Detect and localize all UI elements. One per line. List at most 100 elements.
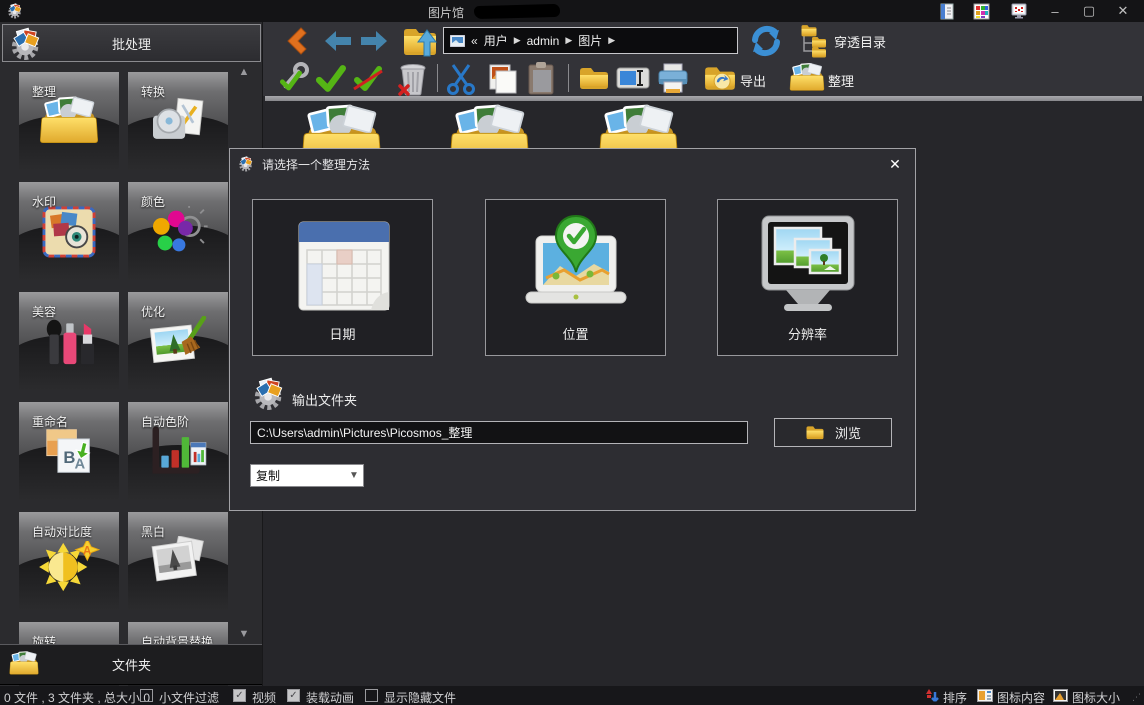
notes-icon[interactable]	[938, 3, 955, 20]
sort-label[interactable]: 排序	[943, 689, 967, 705]
auto-contrast-sun-icon: A	[38, 541, 100, 593]
output-path-input[interactable]	[250, 421, 748, 444]
passthrough-label[interactable]: 穿透目录	[834, 32, 886, 51]
new-folder-icon[interactable]	[578, 63, 610, 93]
output-folder-label: 输出文件夹	[292, 390, 357, 409]
sidebar-tile-auto-levels[interactable]: 自动色阶	[128, 402, 228, 500]
icon-content-icon[interactable]	[977, 689, 993, 702]
nav-left-icon[interactable]	[323, 29, 353, 53]
small-file-filter-checkbox[interactable]	[140, 689, 153, 702]
sidebar-tile-beauty[interactable]: 美容	[19, 292, 119, 390]
folder-tree-icon[interactable]	[796, 23, 832, 59]
small-file-filter-label[interactable]: 小文件过滤	[159, 689, 219, 705]
screen-capture-icon[interactable]	[1010, 3, 1028, 20]
option-resolution[interactable]: 分辨率	[717, 199, 898, 356]
icon-size-label[interactable]: 图标大小	[1072, 689, 1120, 705]
load-animation-label[interactable]: 装载动画	[306, 689, 354, 705]
copy-mode-value: 复制	[251, 467, 345, 484]
option-location[interactable]: 位置	[485, 199, 666, 356]
nav-right-icon[interactable]	[359, 29, 389, 53]
show-hidden-label[interactable]: 显示隐藏文件	[384, 689, 456, 705]
tile-label: 美容	[32, 303, 56, 320]
deselect-check-icon[interactable]	[352, 64, 384, 94]
black-white-photo-icon	[149, 536, 207, 586]
tile-label: 自动色阶	[141, 413, 189, 430]
browse-button[interactable]: 浏览	[774, 418, 892, 447]
resize-grip[interactable]: ⋰	[1132, 692, 1142, 703]
breadcrumb-prefix: «	[471, 34, 478, 48]
back-icon[interactable]	[283, 26, 311, 56]
address-thumb-icon	[450, 35, 465, 47]
sort-icon[interactable]	[925, 688, 939, 703]
option-date-label: 日期	[253, 324, 432, 343]
address-bar[interactable]: « 用户 ▶ admin ▶ 图片 ▶	[443, 27, 738, 54]
delete-trash-icon[interactable]	[396, 62, 428, 96]
sidebar-tile-rename[interactable]: 重命名 B A	[19, 402, 119, 500]
auto-levels-chart-icon	[148, 426, 208, 476]
settings-check-icon[interactable]	[278, 62, 310, 94]
tile-label: 转换	[141, 83, 165, 100]
resolution-icon	[748, 208, 868, 326]
breadcrumb-sep-icon: ▶	[565, 35, 572, 46]
tile-label: 黑白	[141, 523, 165, 540]
tile-label: 重命名	[32, 413, 68, 430]
show-hidden-checkbox[interactable]	[365, 689, 378, 702]
watermark-stamp-icon	[42, 206, 96, 258]
breadcrumb-sep-icon: ▶	[608, 35, 615, 46]
sidebar-tile-watermark[interactable]: 水印	[19, 182, 119, 280]
copy-icon[interactable]	[486, 63, 518, 95]
window-title: 图片馆	[428, 4, 464, 21]
sidebar-tile-convert[interactable]: 转换	[128, 72, 228, 170]
video-label[interactable]: 视频	[252, 689, 276, 705]
scroll-up-icon[interactable]: ▲	[236, 64, 252, 80]
close-button[interactable]: ✕	[1114, 3, 1132, 19]
chevron-down-icon: ▼	[345, 470, 363, 481]
icon-content-label[interactable]: 图标内容	[997, 689, 1045, 705]
load-animation-checkbox[interactable]: ✓	[287, 689, 300, 702]
cut-scissors-icon[interactable]	[446, 63, 476, 95]
maximize-button[interactable]: ▢	[1080, 3, 1098, 19]
tile-label: 整理	[32, 83, 56, 100]
organize-method-dialog: 请选择一个整理方法 ✕ 日期	[229, 148, 916, 511]
export-label[interactable]: 导出	[740, 71, 766, 90]
breadcrumb-admin[interactable]: admin	[527, 34, 560, 48]
organize-button-icon[interactable]	[788, 60, 826, 94]
tile-label: 自动对比度	[32, 523, 92, 540]
sidebar-tile-organize[interactable]: 整理	[19, 72, 119, 170]
app-window: 图片馆 – ▢ ✕ 批处理 ▲ ▼	[0, 0, 1144, 705]
export-icon[interactable]	[703, 62, 737, 94]
folders-button[interactable]: 文件夹	[0, 644, 263, 685]
breadcrumb-pictures[interactable]: 图片	[578, 32, 602, 49]
folder-up-icon[interactable]	[402, 24, 438, 58]
browse-button-label: 浏览	[835, 423, 861, 442]
palette-grid-icon[interactable]	[973, 3, 990, 20]
print-icon[interactable]	[656, 62, 690, 96]
sidebar-tile-auto-contrast[interactable]: 自动对比度 A	[19, 512, 119, 610]
breadcrumb-users[interactable]: 用户	[484, 32, 508, 49]
copy-mode-select[interactable]: 复制 ▼	[250, 464, 364, 487]
rename-field-icon[interactable]	[616, 66, 650, 90]
dialog-close-icon[interactable]: ✕	[887, 157, 903, 173]
paste-clipboard-icon[interactable]	[526, 62, 556, 96]
scroll-down-icon[interactable]: ▼	[236, 626, 252, 642]
sidebar-tile-black-white[interactable]: 黑白	[128, 512, 228, 610]
video-checkbox[interactable]: ✓	[233, 689, 246, 702]
dialog-title: 请选择一个整理方法	[262, 156, 370, 173]
sidebar-tile-color[interactable]: 颜色	[128, 182, 228, 280]
color-dots-icon	[148, 206, 208, 256]
tile-label: 颜色	[141, 193, 165, 210]
dialog-titlebar: 请选择一个整理方法	[230, 149, 915, 179]
refresh-icon[interactable]	[749, 24, 783, 58]
beauty-cosmetics-icon	[43, 316, 95, 366]
option-date[interactable]: 日期	[252, 199, 433, 356]
toolbar-separator	[437, 64, 438, 92]
option-location-label: 位置	[486, 324, 665, 343]
sidebar-tile-optimize[interactable]: 优化	[128, 292, 228, 390]
organize-label[interactable]: 整理	[828, 71, 854, 90]
icon-size-icon[interactable]	[1053, 689, 1068, 702]
select-all-check-icon[interactable]	[316, 64, 346, 94]
folders-button-label: 文件夹	[0, 655, 263, 674]
titlebar: 图片馆 – ▢ ✕	[0, 0, 1144, 22]
svg-text:A: A	[75, 456, 86, 472]
minimize-button[interactable]: –	[1046, 3, 1064, 19]
